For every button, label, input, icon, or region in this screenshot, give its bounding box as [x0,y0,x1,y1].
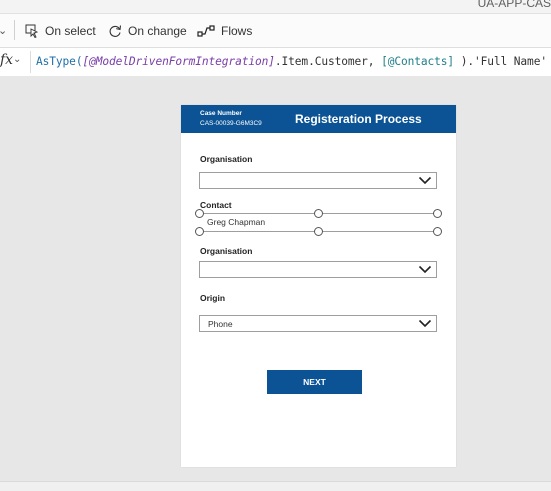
resize-handle-top-right[interactable] [433,209,442,218]
flow-icon [197,25,215,37]
window-top-strip: UA-APP-CAS [0,0,551,13]
cursor-select-icon [25,24,39,38]
property-toolbar: ⌄ On select On change Flows [0,13,551,47]
origin-dropdown[interactable]: Phone [199,315,437,332]
formula-bar: fx ⌄ AsType([@ModelDrivenFormIntegration… [0,47,551,77]
refresh-icon [109,25,122,37]
chevron-down-icon [418,176,432,185]
case-number-label: Case Number [200,110,242,117]
formula-function: AsType( [36,55,83,68]
flows-button[interactable]: Flows [197,21,252,41]
formula-input[interactable]: AsType([@ModelDrivenFormIntegration].Ite… [36,55,547,68]
resize-handle-top-left[interactable] [195,209,204,218]
resize-handle-bottom-right[interactable] [433,227,442,236]
organisation-dropdown[interactable] [199,172,437,189]
formula-divider [30,51,31,73]
on-change-label: On change [128,24,187,38]
organisation-dropdown-2[interactable] [199,261,437,278]
origin-label: Origin [200,293,226,303]
chevron-down-icon[interactable]: ⌄ [13,54,21,65]
formula-field: ).'Full Name' [454,55,547,68]
window-title: UA-APP-CAS [477,0,551,10]
chevron-down-icon[interactable]: ⌄ [0,24,7,37]
on-select-label: On select [45,24,96,38]
form-header: Case Number CAS-00039-G6M3C9 Registerati… [181,105,456,133]
origin-value: Phone [208,319,233,329]
fx-icon[interactable]: fx [0,52,13,68]
on-select-button[interactable]: On select [25,21,96,41]
formula-contacts-ref: [@Contacts] [381,55,455,68]
flows-label: Flows [221,24,253,38]
resize-handle-bottom-left[interactable] [195,227,204,236]
on-change-button[interactable]: On change [108,21,187,41]
organisation-label: Organisation [200,154,253,164]
chevron-down-icon [418,319,432,328]
resize-handle-bottom-center[interactable] [314,227,323,236]
case-number-value: CAS-00039-G6M3C9 [200,120,262,127]
form-title: Registeration Process [295,112,422,126]
contact-label: Contact [200,200,232,210]
formula-integration-ref: [@ModelDrivenFormIntegration] [82,55,275,68]
formula-property-path: .Item.Customer, [274,55,382,68]
contact-value: Greg Chapman [207,217,266,227]
app-screen: Case Number CAS-00039-G6M3C9 Registerati… [181,105,456,467]
next-button[interactable]: NEXT [267,370,362,394]
chevron-down-icon [418,265,432,274]
toolbar-divider [14,20,15,40]
organisation-label-2: Organisation [200,246,253,256]
resize-handle-top-center[interactable] [314,209,323,218]
